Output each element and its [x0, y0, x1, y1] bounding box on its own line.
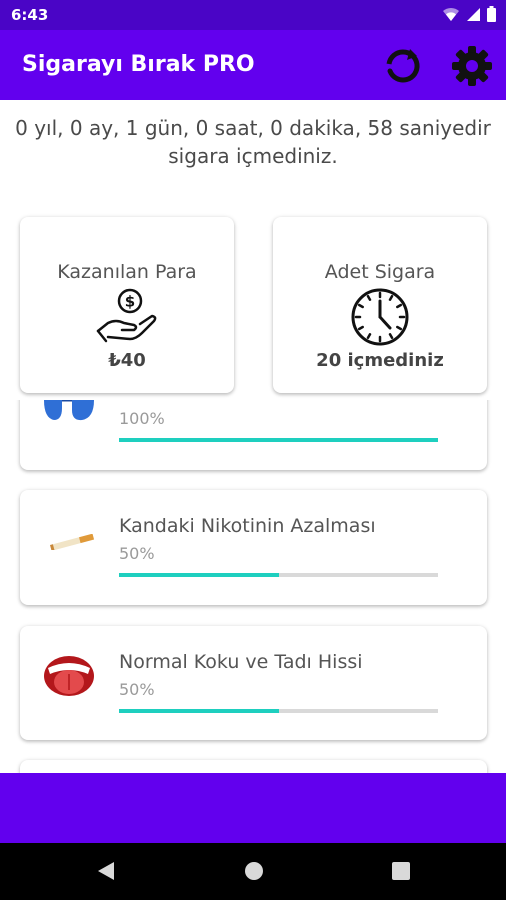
elapsed-line-1: 0 yıl, 0 ay, 1 gün, 0 saat, 0 dakika, 58… — [15, 116, 491, 140]
system-nav-bar — [0, 843, 506, 900]
recents-icon — [392, 862, 410, 880]
signal-icon — [467, 8, 480, 21]
progress-title: Normal Koku ve Tadı Hissi — [119, 651, 363, 673]
progress-list[interactable]: 100% Kandaki Nikotinin Azalması 50% Norm… — [0, 400, 506, 773]
cigarette-count-card[interactable]: Adet Sigara 20 içmediniz — [273, 217, 487, 393]
home-icon — [245, 862, 263, 880]
money-saved-value: ₺40 — [108, 350, 146, 371]
progress-bar — [119, 573, 438, 577]
progress-card-next[interactable] — [20, 760, 487, 773]
home-button[interactable] — [244, 861, 264, 886]
progress-bar — [119, 709, 438, 713]
progress-percent: 100% — [119, 409, 165, 428]
app-title: Sigarayı Bırak PRO — [22, 52, 255, 77]
bottom-bar — [0, 773, 506, 843]
mouth-tongue-icon — [42, 654, 96, 705]
recents-button[interactable] — [391, 861, 411, 886]
wifi-icon — [443, 7, 459, 21]
status-time: 6:43 — [11, 6, 49, 24]
elapsed-line-2: sigara içmediniz. — [168, 144, 338, 168]
progress-card-lungs[interactable]: 100% — [20, 400, 487, 470]
lungs-icon — [42, 400, 96, 427]
refresh-button[interactable] — [383, 46, 423, 86]
back-button[interactable] — [96, 861, 116, 886]
clock-icon — [349, 287, 411, 352]
progress-bar-fill — [119, 573, 279, 577]
progress-title: Kandaki Nikotinin Azalması — [119, 515, 376, 537]
refresh-icon — [386, 49, 420, 83]
battery-icon — [487, 6, 496, 22]
progress-bar-fill — [119, 438, 438, 442]
app-bar: Sigarayı Bırak PRO — [0, 30, 506, 100]
cigarette-icon — [50, 533, 96, 555]
svg-text:$: $ — [125, 293, 135, 311]
money-hand-icon: $ — [96, 287, 158, 352]
progress-card-smell-taste[interactable]: Normal Koku ve Tadı Hissi 50% — [20, 626, 487, 740]
money-saved-label: Kazanılan Para — [57, 261, 197, 283]
progress-percent: 50% — [119, 680, 155, 699]
progress-bar-fill — [119, 709, 279, 713]
back-icon — [98, 862, 114, 880]
status-bar: 6:43 — [0, 0, 506, 30]
cigarette-count-label: Adet Sigara — [324, 261, 436, 283]
progress-bar — [119, 438, 438, 442]
elapsed-time-text: 0 yıl, 0 ay, 1 gün, 0 saat, 0 dakika, 58… — [0, 114, 506, 170]
status-icons — [442, 6, 496, 22]
progress-percent: 50% — [119, 544, 155, 563]
settings-button[interactable] — [451, 45, 493, 87]
progress-card-nicotine[interactable]: Kandaki Nikotinin Azalması 50% — [20, 490, 487, 605]
money-saved-card[interactable]: Kazanılan Para $ ₺40 — [20, 217, 234, 393]
gear-icon — [452, 46, 492, 86]
cigarette-count-value: 20 içmediniz — [316, 350, 444, 371]
